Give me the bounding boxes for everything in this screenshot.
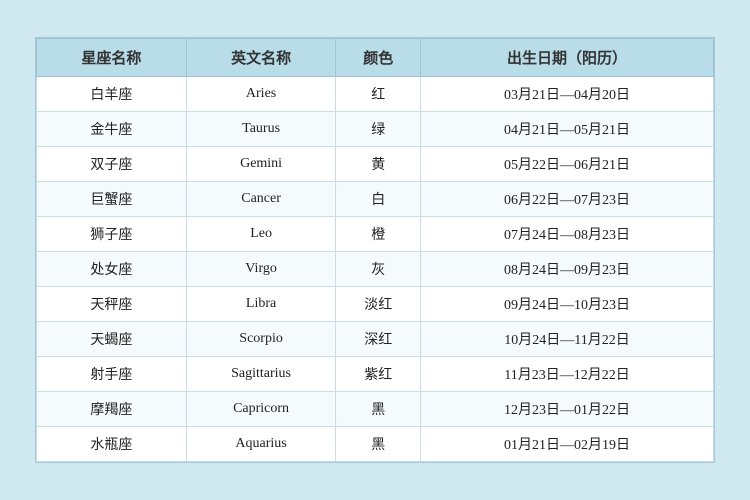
table-row: 摩羯座Capricorn黑12月23日—01月22日 (37, 392, 714, 427)
table-cell-r4-c3: 07月24日—08月23日 (421, 217, 714, 252)
table-row: 巨蟹座Cancer白06月22日—07月23日 (37, 182, 714, 217)
table-header-row: 星座名称英文名称颜色出生日期（阳历） (37, 39, 714, 77)
table-cell-r2-c0: 双子座 (37, 147, 187, 182)
table-row: 双子座Gemini黄05月22日—06月21日 (37, 147, 714, 182)
table-cell-r6-c3: 09月24日—10月23日 (421, 287, 714, 322)
table-cell-r10-c0: 水瓶座 (37, 427, 187, 462)
header-col-0: 星座名称 (37, 39, 187, 77)
table-cell-r0-c2: 红 (336, 77, 421, 112)
table-row: 水瓶座Aquarius黑01月21日—02月19日 (37, 427, 714, 462)
table-cell-r8-c3: 11月23日—12月22日 (421, 357, 714, 392)
table-row: 天蝎座Scorpio深红10月24日—11月22日 (37, 322, 714, 357)
header-col-1: 英文名称 (186, 39, 336, 77)
table-cell-r8-c1: Sagittarius (186, 357, 336, 392)
table-cell-r6-c1: Libra (186, 287, 336, 322)
table-cell-r3-c0: 巨蟹座 (37, 182, 187, 217)
table-row: 金牛座Taurus绿04月21日—05月21日 (37, 112, 714, 147)
table-cell-r10-c1: Aquarius (186, 427, 336, 462)
table-row: 射手座Sagittarius紫红11月23日—12月22日 (37, 357, 714, 392)
table-cell-r1-c3: 04月21日—05月21日 (421, 112, 714, 147)
table-row: 狮子座Leo橙07月24日—08月23日 (37, 217, 714, 252)
table-cell-r5-c2: 灰 (336, 252, 421, 287)
table-cell-r1-c1: Taurus (186, 112, 336, 147)
table-cell-r10-c3: 01月21日—02月19日 (421, 427, 714, 462)
table-cell-r0-c0: 白羊座 (37, 77, 187, 112)
table-cell-r0-c1: Aries (186, 77, 336, 112)
table-cell-r2-c2: 黄 (336, 147, 421, 182)
table-row: 处女座Virgo灰08月24日—09月23日 (37, 252, 714, 287)
table-cell-r9-c0: 摩羯座 (37, 392, 187, 427)
table-cell-r10-c2: 黑 (336, 427, 421, 462)
table-cell-r4-c1: Leo (186, 217, 336, 252)
header-col-2: 颜色 (336, 39, 421, 77)
zodiac-table: 星座名称英文名称颜色出生日期（阳历） 白羊座Aries红03月21日—04月20… (36, 38, 714, 462)
table-cell-r6-c2: 淡红 (336, 287, 421, 322)
table-cell-r3-c2: 白 (336, 182, 421, 217)
table-cell-r1-c0: 金牛座 (37, 112, 187, 147)
table-cell-r7-c1: Scorpio (186, 322, 336, 357)
table-cell-r7-c3: 10月24日—11月22日 (421, 322, 714, 357)
table-row: 天秤座Libra淡红09月24日—10月23日 (37, 287, 714, 322)
table-cell-r0-c3: 03月21日—04月20日 (421, 77, 714, 112)
table-row: 白羊座Aries红03月21日—04月20日 (37, 77, 714, 112)
table-cell-r2-c1: Gemini (186, 147, 336, 182)
table-cell-r7-c2: 深红 (336, 322, 421, 357)
table-cell-r9-c3: 12月23日—01月22日 (421, 392, 714, 427)
table-cell-r1-c2: 绿 (336, 112, 421, 147)
table-cell-r3-c3: 06月22日—07月23日 (421, 182, 714, 217)
table-cell-r6-c0: 天秤座 (37, 287, 187, 322)
table-cell-r4-c0: 狮子座 (37, 217, 187, 252)
zodiac-table-container: 星座名称英文名称颜色出生日期（阳历） 白羊座Aries红03月21日—04月20… (35, 37, 715, 463)
table-cell-r2-c3: 05月22日—06月21日 (421, 147, 714, 182)
table-cell-r7-c0: 天蝎座 (37, 322, 187, 357)
table-cell-r5-c0: 处女座 (37, 252, 187, 287)
table-cell-r9-c1: Capricorn (186, 392, 336, 427)
table-cell-r8-c0: 射手座 (37, 357, 187, 392)
table-cell-r8-c2: 紫红 (336, 357, 421, 392)
table-cell-r5-c3: 08月24日—09月23日 (421, 252, 714, 287)
table-cell-r4-c2: 橙 (336, 217, 421, 252)
table-cell-r9-c2: 黑 (336, 392, 421, 427)
table-cell-r3-c1: Cancer (186, 182, 336, 217)
header-col-3: 出生日期（阳历） (421, 39, 714, 77)
table-cell-r5-c1: Virgo (186, 252, 336, 287)
